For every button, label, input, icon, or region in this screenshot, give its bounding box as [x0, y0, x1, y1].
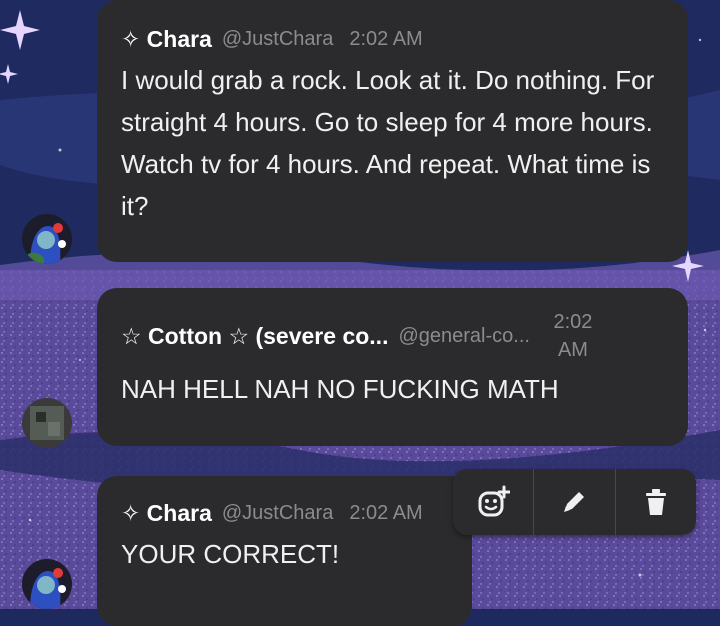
message-header: ✧ Chara @JustChara 2:02 AM [121, 500, 448, 527]
message-header: ☆ Cotton ☆ (severe co... @general-co... … [121, 308, 664, 364]
timestamp: 2:02 AM [349, 28, 423, 50]
message-text: I would grab a rock. Look at it. Do noth… [121, 65, 655, 221]
author-name[interactable]: ✧ Chara [121, 26, 212, 53]
message-bubble[interactable]: ✧ Chara @JustChara 2:02 AM I would grab … [97, 0, 688, 262]
add-reaction-button[interactable] [453, 469, 535, 535]
author-handle[interactable]: @JustChara [222, 28, 333, 51]
avatar[interactable] [22, 398, 72, 448]
edit-message-button[interactable] [534, 469, 616, 535]
message-text: NAH HELL NAH NO FUCKING MATH [121, 374, 559, 404]
message-text: YOUR CORRECT! [121, 539, 340, 569]
author-handle[interactable]: @general-co... [398, 325, 529, 348]
timestamp: 2:02 AM [349, 502, 423, 524]
message-header: ✧ Chara @JustChara 2:02 AM [121, 26, 664, 53]
trash-icon [645, 489, 666, 515]
author-handle[interactable]: @JustChara [222, 502, 333, 525]
delete-message-button[interactable] [616, 469, 696, 535]
avatar[interactable] [22, 559, 72, 609]
message-bubble[interactable]: ✧ Chara @JustChara 2:02 AM YOUR CORRECT! [97, 476, 472, 626]
avatar[interactable] [22, 214, 72, 264]
message-bubble[interactable]: ☆ Cotton ☆ (severe co... @general-co... … [97, 288, 688, 446]
add-reaction-icon [478, 485, 511, 517]
timestamp: 2:02 AM [553, 311, 593, 361]
pencil-icon [564, 492, 585, 512]
author-name[interactable]: ✧ Chara [121, 500, 212, 527]
message-action-bar [453, 469, 696, 535]
author-name[interactable]: ☆ Cotton ☆ (severe co... [121, 323, 388, 350]
